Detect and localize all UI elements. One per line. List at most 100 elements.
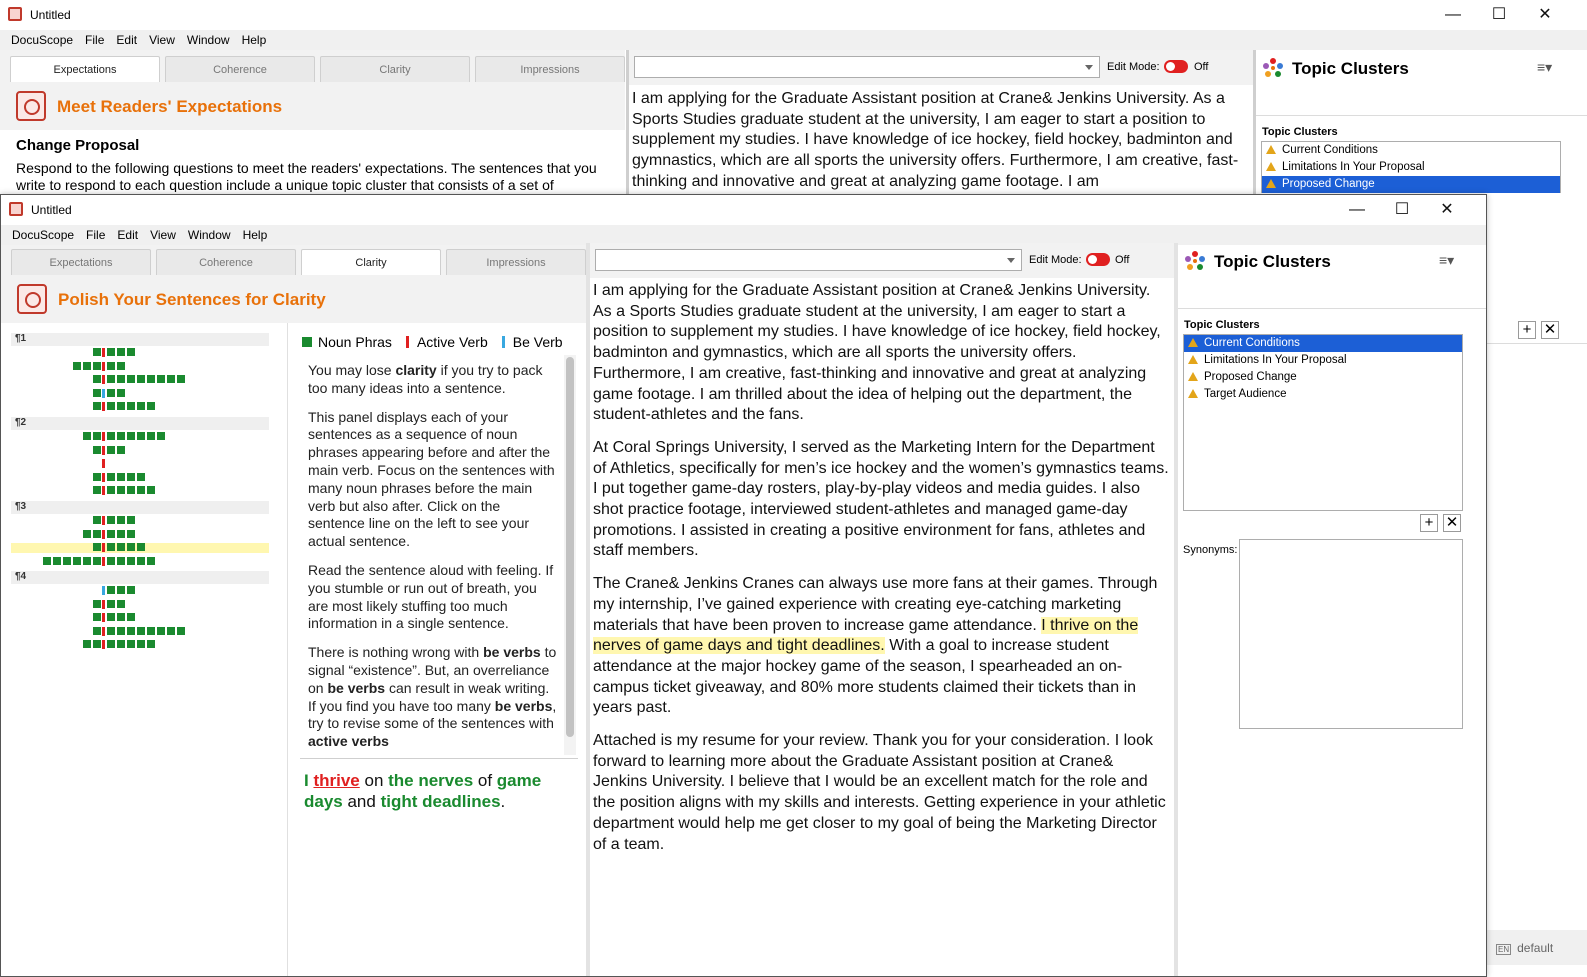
noun-phrase-mark (157, 375, 165, 383)
sentence-line[interactable] (11, 486, 269, 496)
noun-phrase-mark (93, 543, 101, 551)
sentence-line[interactable] (11, 640, 269, 650)
menu-icon[interactable]: ≡▾ (1537, 59, 1552, 76)
noun-phrase-mark (137, 472, 145, 481)
minimize-button[interactable]: — (1430, 4, 1476, 26)
cluster-dropdown[interactable] (634, 56, 1100, 78)
noun-phrase-mark (107, 599, 115, 608)
list-item[interactable]: Limitations In Your Proposal (1262, 159, 1560, 176)
maximize-button[interactable]: ☐ (1476, 4, 1522, 26)
noun-phrase-mark (93, 445, 101, 454)
doc-paragraph: Attached is my resume for your review. T… (593, 732, 1166, 853)
legend-active: Active Verb (416, 334, 488, 350)
noun-phrase-mark (137, 556, 145, 565)
noun-phrase-mark (117, 516, 125, 524)
minimize-button[interactable]: — (1334, 199, 1380, 221)
warning-icon (1266, 145, 1276, 154)
document-text[interactable]: I am applying for the Graduate Assistant… (593, 281, 1171, 867)
sentence-line[interactable] (11, 459, 269, 469)
tab-impressions[interactable]: Impressions (446, 249, 586, 275)
close-button[interactable]: ✕ (1424, 199, 1470, 221)
menu-icon[interactable]: ≡▾ (1439, 252, 1454, 269)
noun-phrase-mark (117, 626, 125, 635)
sentence-line[interactable] (11, 556, 269, 567)
noun-phrase-mark (107, 556, 115, 565)
tab-impressions[interactable]: Impressions (475, 56, 625, 82)
tab-expectations[interactable]: Expectations (10, 56, 160, 82)
scrollbar-thumb[interactable] (566, 357, 574, 737)
active-verb-mark (102, 516, 105, 525)
sentence-line[interactable] (11, 543, 269, 553)
add-cluster-button[interactable]: + (1518, 321, 1536, 339)
cluster-dropdown[interactable] (595, 249, 1022, 271)
sentence-line[interactable] (11, 599, 269, 610)
edit-mode-toggle[interactable] (1164, 60, 1188, 73)
sentence-line[interactable] (11, 613, 269, 623)
tab-coherence[interactable]: Coherence (156, 249, 296, 275)
remove-cluster-button[interactable]: ✕ (1443, 514, 1461, 532)
tab-expectations[interactable]: Expectations (11, 249, 151, 275)
menu-window[interactable]: Window (182, 225, 237, 242)
sentence-line[interactable] (11, 626, 269, 637)
noun-phrase-mark (117, 472, 125, 481)
list-item[interactable]: Current Conditions (1262, 142, 1560, 159)
edit-mode-toggle[interactable] (1086, 253, 1110, 266)
tab-coherence[interactable]: Coherence (165, 56, 315, 82)
noun-phrase-mark (93, 599, 101, 608)
be-verb-mark (102, 586, 105, 595)
sentence-line[interactable] (11, 388, 269, 399)
tab-clarity[interactable]: Clarity (320, 56, 470, 82)
noun-phrase-mark (157, 626, 165, 635)
document-text[interactable]: I am applying for the Graduate Assistant… (632, 89, 1250, 192)
noun-phrase-mark (117, 432, 125, 440)
sentence-line[interactable] (11, 361, 269, 372)
active-verb-mark (102, 348, 105, 357)
sentence-line[interactable] (11, 375, 269, 385)
noun-phrase-mark (177, 375, 185, 383)
list-item[interactable]: Limitations In Your Proposal (1184, 352, 1462, 369)
active-verb-mark (102, 640, 105, 649)
list-item[interactable]: Target Audience (1184, 386, 1462, 403)
sentence-line[interactable] (11, 348, 269, 358)
sentence-line[interactable] (11, 402, 269, 412)
menu-file[interactable]: File (79, 30, 110, 47)
synonyms-field[interactable] (1239, 539, 1463, 729)
sentence-line[interactable] (11, 472, 269, 483)
sentence-line[interactable] (11, 529, 269, 540)
list-item[interactable]: Proposed Change (1184, 369, 1462, 386)
list-item[interactable]: Current Conditions (1184, 335, 1462, 352)
menu-edit[interactable]: Edit (110, 30, 143, 47)
menu-help[interactable]: Help (236, 30, 273, 47)
remove-cluster-button[interactable]: ✕ (1541, 321, 1559, 339)
paragraph-band (11, 571, 269, 584)
menu-docuscope[interactable]: DocuScope (0, 30, 79, 47)
add-cluster-button[interactable]: + (1420, 514, 1438, 532)
legend: Noun Phras Active Verb Be Verb (302, 334, 563, 350)
menu-file[interactable]: File (80, 225, 111, 242)
menu-view[interactable]: View (143, 30, 181, 47)
tab-clarity[interactable]: Clarity (301, 249, 441, 275)
noun-phrase-mark (93, 432, 101, 440)
menu-docuscope[interactable]: DocuScope (1, 225, 80, 242)
noun-phrase-mark (107, 516, 115, 524)
sentence-line[interactable] (11, 516, 269, 526)
menu-window[interactable]: Window (181, 30, 236, 47)
sentence-line[interactable] (11, 586, 269, 596)
menu-edit[interactable]: Edit (111, 225, 144, 242)
noun-phrase-mark (107, 529, 115, 538)
sentence-line[interactable] (11, 445, 269, 456)
warning-icon (1188, 338, 1198, 347)
maximize-button[interactable]: ☐ (1379, 199, 1425, 221)
noun-phrase-mark (147, 375, 155, 383)
close-button[interactable]: ✕ (1522, 4, 1568, 26)
warning-icon (1188, 372, 1198, 381)
menu-help[interactable]: Help (237, 225, 274, 242)
paragraph-band (11, 333, 269, 346)
sentence-line[interactable] (11, 432, 269, 442)
noun-phrase-mark (43, 556, 51, 565)
list-item[interactable]: Proposed Change (1262, 176, 1560, 193)
menu-view[interactable]: View (144, 225, 182, 242)
noun-phrase-mark (83, 432, 91, 440)
noun-phrase-mark (117, 348, 125, 356)
warning-icon (1188, 355, 1198, 364)
